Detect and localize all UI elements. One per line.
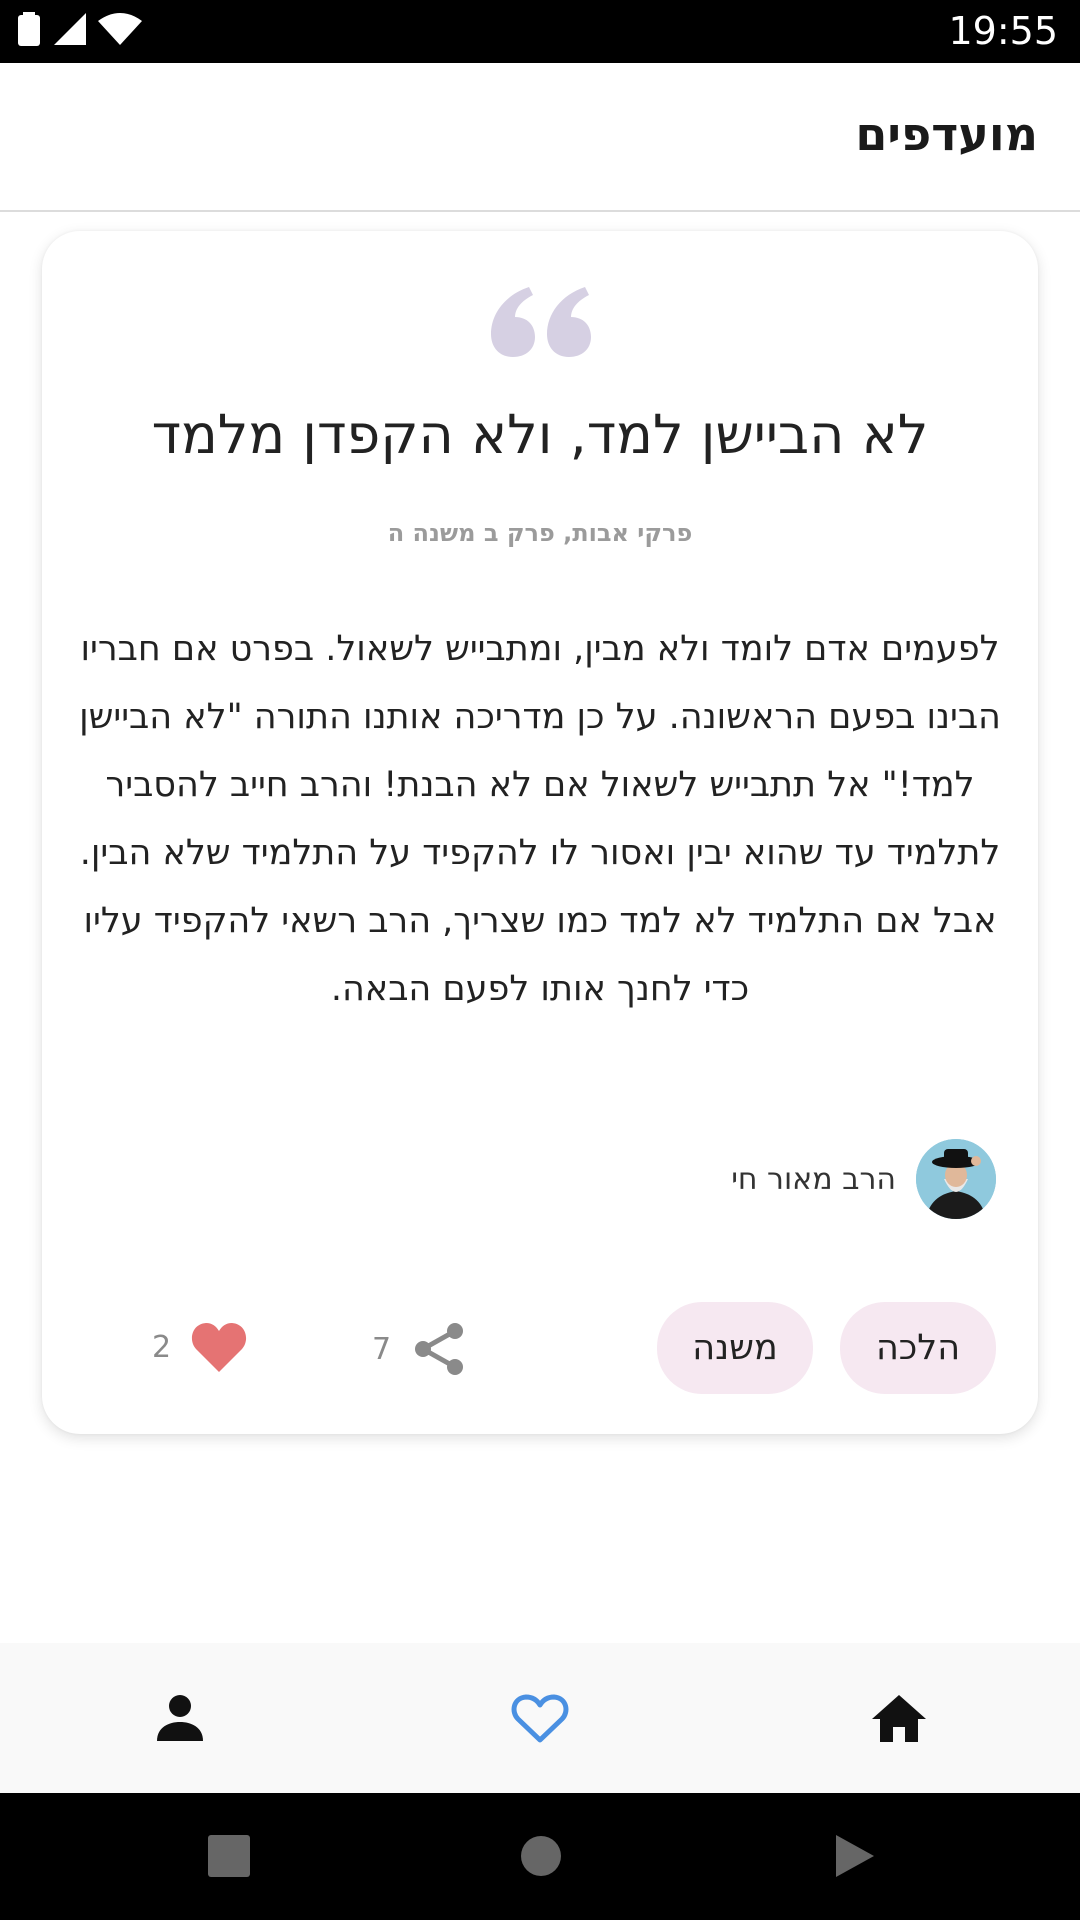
like-button[interactable]: 2 [152, 1322, 247, 1372]
author[interactable]: הרב מאור חי [731, 1139, 996, 1219]
recent-apps-icon[interactable] [208, 1835, 250, 1877]
quote-card: לא הביישן למד, ולא הקפדן מלמד פרקי אבות,… [42, 231, 1038, 1434]
heart-icon [192, 1323, 247, 1372]
home-icon [872, 1695, 926, 1742]
system-nav-bar [0, 1793, 1080, 1920]
back-icon[interactable] [834, 1835, 876, 1877]
share-button[interactable]: 7 [372, 1322, 465, 1376]
nav-home[interactable] [866, 1685, 932, 1751]
like-count: 2 [152, 1329, 172, 1365]
page-title: מועדפים [855, 107, 1038, 161]
nav-favorites[interactable] [507, 1685, 573, 1751]
app-bar: מועדפים [0, 63, 1080, 212]
favorites-heart-icon [511, 1694, 569, 1743]
wifi-icon [98, 13, 142, 45]
signal-icon [54, 13, 86, 45]
status-time: 19:55 [948, 9, 1058, 53]
quote-body: לפעמים אדם לומד ולא מבין, ומתבייש לשאול.… [79, 629, 1001, 1009]
tag-halacha[interactable]: הלכה [840, 1302, 996, 1394]
share-icon [415, 1323, 464, 1375]
profile-icon [157, 1695, 203, 1741]
avatar [916, 1139, 996, 1219]
battery-icon [18, 12, 40, 46]
home-circle-icon[interactable] [520, 1835, 562, 1877]
tag-mishna[interactable]: משנה [657, 1302, 813, 1394]
status-icons [18, 12, 142, 46]
status-bar: 19:55 [0, 0, 1080, 63]
bottom-nav [0, 1643, 1080, 1793]
tag-list: הלכה משנה [657, 1302, 996, 1394]
share-count: 7 [372, 1331, 392, 1367]
nav-profile[interactable] [147, 1685, 213, 1751]
quote-source: פרקי אבות, פרק ב משנה ה [387, 519, 693, 547]
quote-icon [491, 287, 591, 357]
quote-title: לא הביישן למד, ולא הקפדן מלמד [151, 403, 929, 466]
author-name: הרב מאור חי [731, 1161, 896, 1197]
